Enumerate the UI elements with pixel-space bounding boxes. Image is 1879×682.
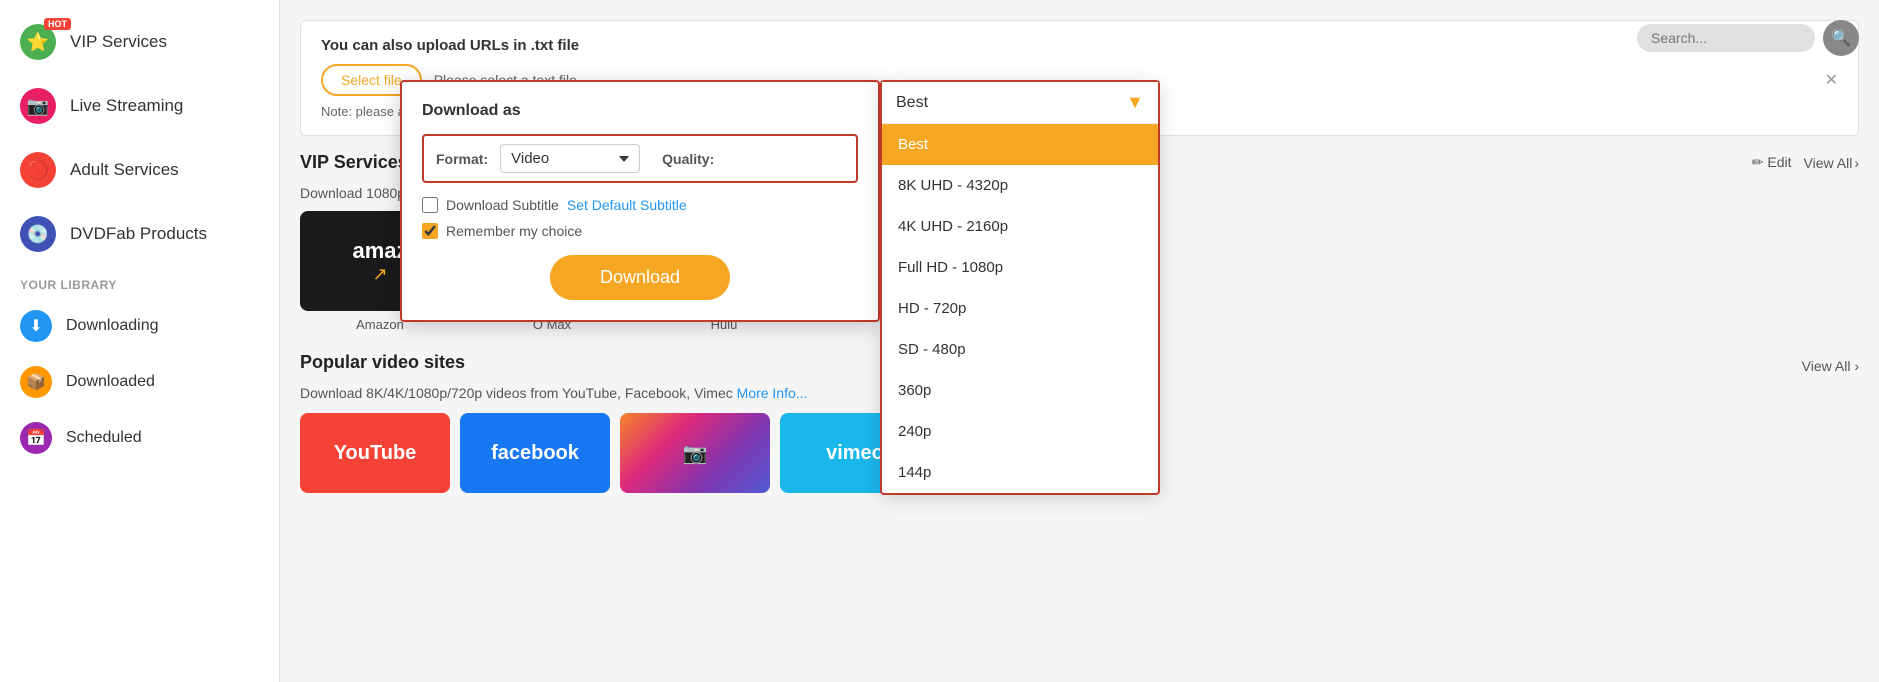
sidebar-item-downloading[interactable]: ⬇ Downloading — [0, 298, 279, 354]
library-section-label: YOUR LIBRARY — [0, 266, 279, 298]
quality-chevron-icon: ▼ — [1126, 92, 1144, 113]
sidebar-item-label: VIP Services — [70, 32, 167, 52]
quality-label: Quality: — [662, 151, 714, 167]
facebook-logo-card[interactable]: facebook — [460, 413, 610, 493]
quality-option-480p[interactable]: SD - 480p — [882, 329, 1158, 370]
vimeo-text: vimeo — [826, 442, 884, 465]
search-button[interactable]: 🔍 — [1823, 20, 1859, 56]
edit-button[interactable]: ✏ Edit — [1752, 154, 1792, 171]
view-all-label: View All — [1804, 155, 1853, 171]
quality-option-best[interactable]: Best — [882, 124, 1158, 165]
quality-select-header: Best ▼ — [882, 82, 1158, 124]
popular-view-all[interactable]: View All › — [1802, 358, 1859, 374]
search-input[interactable] — [1651, 30, 1801, 46]
amazon-arrow-icon: ↗ — [372, 264, 387, 285]
remember-row: Remember my choice — [422, 223, 858, 239]
format-row: Format: Video Audio Quality: — [422, 134, 858, 183]
chevron-right-icon: › — [1854, 155, 1859, 171]
sidebar-item-scheduled[interactable]: 📅 Scheduled — [0, 410, 279, 466]
upload-title: You can also upload URLs in .txt file — [321, 37, 1838, 54]
downloading-icon: ⬇ — [20, 310, 52, 342]
sidebar: ⭐ VIP Services HOT 📷 Live Streaming 🚫 Ad… — [0, 0, 280, 682]
popular-title: Popular video sites — [300, 352, 465, 373]
sidebar-item-downloaded[interactable]: 📦 Downloaded — [0, 354, 279, 410]
remember-checkbox[interactable] — [422, 223, 438, 239]
sidebar-item-dvdfab-products[interactable]: 💿 DVDFab Products — [0, 202, 279, 266]
quality-option-1080p[interactable]: Full HD - 1080p — [882, 247, 1158, 288]
amazon-label: Amazon — [356, 317, 404, 332]
vip-section-actions: ✏ Edit View All › — [1752, 154, 1859, 171]
hot-badge: HOT — [44, 18, 71, 30]
quality-option-4k[interactable]: 4K UHD - 2160p — [882, 206, 1158, 247]
downloaded-icon: 📦 — [20, 366, 52, 398]
sidebar-item-live-streaming[interactable]: 📷 Live Streaming — [0, 74, 279, 138]
sidebar-item-label: Downloaded — [66, 373, 155, 391]
instagram-logo-card[interactable]: 📷 — [620, 413, 770, 493]
quality-option-720p[interactable]: HD - 720p — [882, 288, 1158, 329]
subtitle-label: Download Subtitle — [446, 197, 559, 213]
sidebar-item-vip-services[interactable]: ⭐ VIP Services HOT — [0, 10, 279, 74]
youtube-text: YouTube — [334, 442, 417, 465]
download-dialog: Download as Format: Video Audio Quality:… — [400, 80, 880, 322]
quality-option-240p[interactable]: 240p — [882, 411, 1158, 452]
subtitle-row: Download Subtitle Set Default Subtitle — [422, 197, 858, 213]
sidebar-item-label: Scheduled — [66, 429, 142, 447]
search-input-wrapper — [1637, 24, 1815, 52]
download-as-label: Download as — [422, 102, 858, 120]
subtitle-checkbox[interactable] — [422, 197, 438, 213]
quality-dropdown: Best ▼ Best 8K UHD - 4320p 4K UHD - 2160… — [880, 80, 1160, 495]
sidebar-item-label: Adult Services — [70, 160, 179, 180]
format-label: Format: — [436, 151, 488, 167]
facebook-text: facebook — [491, 442, 579, 465]
quality-selected-value: Best — [896, 94, 928, 112]
scheduled-icon: 📅 — [20, 422, 52, 454]
more-info-link[interactable]: More Info... — [737, 385, 808, 401]
sidebar-item-label: Downloading — [66, 317, 159, 335]
view-all-button[interactable]: View All › — [1804, 155, 1859, 171]
remember-label: Remember my choice — [446, 223, 582, 239]
quality-option-360p[interactable]: 360p — [882, 370, 1158, 411]
main-content: 🔍 You can also upload URLs in .txt file … — [280, 0, 1879, 682]
search-area: 🔍 — [1637, 20, 1859, 56]
format-select[interactable]: Video Audio — [500, 144, 640, 173]
youtube-logo-card[interactable]: YouTube — [300, 413, 450, 493]
instagram-icon: 📷 — [683, 441, 708, 466]
quality-option-144p[interactable]: 144p — [882, 452, 1158, 493]
set-default-link[interactable]: Set Default Subtitle — [567, 197, 687, 213]
sidebar-item-label: Live Streaming — [70, 96, 183, 116]
dvd-icon: 💿 — [20, 216, 56, 252]
close-upload-icon[interactable]: ✕ — [1825, 70, 1838, 90]
vip-section-title: VIP Services — [300, 152, 408, 173]
live-icon: 📷 — [20, 88, 56, 124]
download-button[interactable]: Download — [550, 255, 730, 300]
adult-icon: 🚫 — [20, 152, 56, 188]
quality-option-8k[interactable]: 8K UHD - 4320p — [882, 165, 1158, 206]
sidebar-item-adult-services[interactable]: 🚫 Adult Services — [0, 138, 279, 202]
sidebar-item-label: DVDFab Products — [70, 224, 207, 244]
